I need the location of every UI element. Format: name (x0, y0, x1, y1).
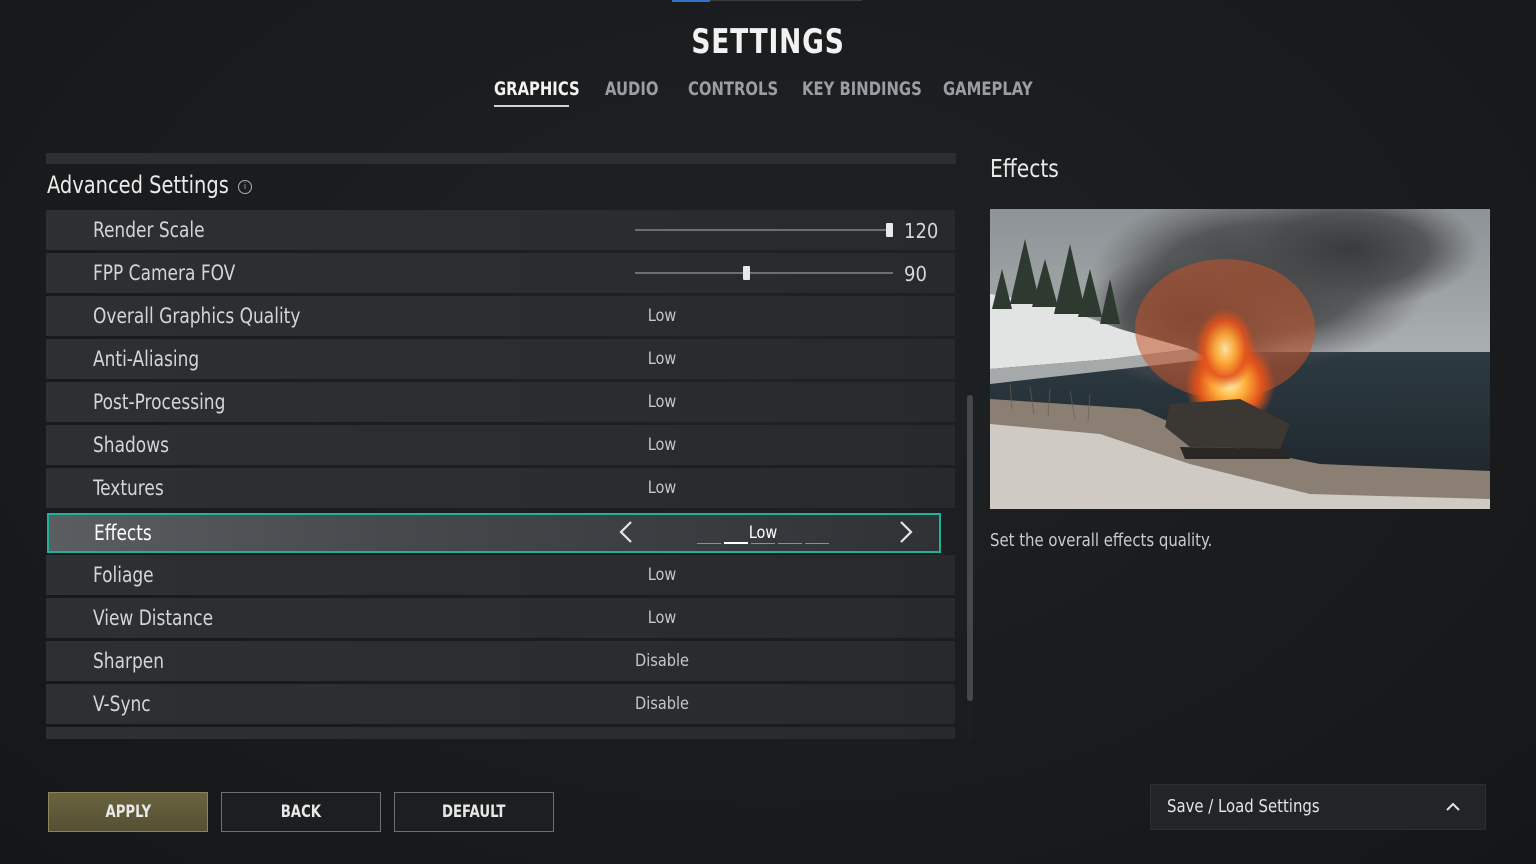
top-accent-bar (672, 0, 710, 2)
apply-button[interactable]: APPLY (48, 792, 208, 832)
scrollbar-thumb[interactable] (967, 395, 973, 701)
top-divider (710, 0, 862, 1)
setting-value: Low (647, 478, 677, 498)
settings-list: Advanced Settings i Render Scale 120 FPP… (46, 153, 956, 739)
setting-row-anti-aliasing[interactable]: Anti-Aliasing Low (46, 339, 955, 379)
back-button-label: BACK (280, 802, 322, 822)
setting-value: Low (647, 435, 677, 455)
default-button[interactable]: DEFAULT (394, 792, 554, 832)
save-load-settings-dropdown[interactable]: Save / Load Settings (1150, 784, 1486, 830)
section-title: Advanced Settings (47, 171, 229, 199)
detail-title: Effects (990, 154, 1059, 183)
setting-label: Anti-Aliasing (93, 347, 200, 371)
tab-audio[interactable]: AUDIO (605, 78, 658, 100)
setting-label: Render Scale (93, 218, 205, 242)
partial-row (46, 153, 956, 164)
active-tab-underline (494, 105, 569, 107)
setting-label: Textures (93, 476, 164, 500)
setting-row-shadows[interactable]: Shadows Low (46, 425, 955, 465)
info-icon[interactable]: i (238, 180, 252, 194)
partial-row (46, 727, 955, 739)
setting-label: View Distance (93, 606, 214, 630)
setting-row-view-distance[interactable]: View Distance Low (46, 598, 955, 638)
setting-value: Disable (635, 694, 689, 714)
tab-graphics[interactable]: GRAPHICS (494, 78, 580, 100)
fov-slider-thumb[interactable] (742, 266, 750, 280)
setting-label: Overall Graphics Quality (93, 304, 301, 328)
chevron-left-icon[interactable] (614, 520, 638, 546)
setting-row-post-processing[interactable]: Post-Processing Low (46, 382, 955, 422)
default-button-label: DEFAULT (442, 802, 506, 822)
setting-value: Low (647, 349, 677, 369)
save-load-label: Save / Load Settings (1167, 796, 1320, 817)
setting-row-render-scale: Render Scale 120 (46, 210, 955, 250)
render-scale-slider-track[interactable] (635, 229, 893, 231)
setting-label: V-Sync (93, 692, 151, 716)
setting-label: FPP Camera FOV (93, 261, 236, 285)
setting-value: Low (647, 608, 677, 628)
tab-gameplay[interactable]: GAMEPLAY (943, 78, 1033, 100)
setting-value: Low (647, 306, 677, 326)
apply-button-label: APPLY (105, 802, 151, 822)
detail-description: Set the overall effects quality. (990, 530, 1213, 551)
setting-value: 90 (904, 262, 927, 286)
setting-row-overall-graphics-quality[interactable]: Overall Graphics Quality Low (46, 296, 955, 336)
effects-preview-image (990, 209, 1490, 509)
chevron-right-icon[interactable] (894, 520, 918, 546)
page-title: SETTINGS (691, 22, 845, 62)
tab-controls[interactable]: CONTROLS (688, 78, 778, 100)
render-scale-slider-thumb[interactable] (886, 223, 893, 237)
chevron-up-icon (1443, 797, 1463, 817)
tab-key-bindings[interactable]: KEY BINDINGS (802, 78, 922, 100)
setting-label: Post-Processing (93, 390, 226, 414)
setting-label: Sharpen (93, 649, 165, 673)
setting-value: Disable (635, 651, 689, 671)
fov-slider-track[interactable] (635, 272, 893, 274)
setting-row-foliage[interactable]: Foliage Low (46, 555, 955, 595)
setting-label: Foliage (93, 563, 154, 587)
setting-row-effects[interactable]: Effects Low (47, 513, 941, 553)
setting-row-v-sync[interactable]: V-Sync Disable (46, 684, 955, 724)
setting-label: Shadows (93, 433, 169, 457)
setting-value: Low (748, 523, 778, 543)
setting-label: Effects (94, 521, 152, 545)
back-button[interactable]: BACK (221, 792, 381, 832)
setting-value: Low (647, 565, 677, 585)
setting-value: 120 (904, 219, 939, 243)
setting-row-textures[interactable]: Textures Low (46, 468, 955, 508)
quality-level-indicator (697, 542, 831, 545)
setting-row-fpp-camera-fov: FPP Camera FOV 90 (46, 253, 955, 293)
setting-value: Low (647, 392, 677, 412)
setting-row-sharpen[interactable]: Sharpen Disable (46, 641, 955, 681)
